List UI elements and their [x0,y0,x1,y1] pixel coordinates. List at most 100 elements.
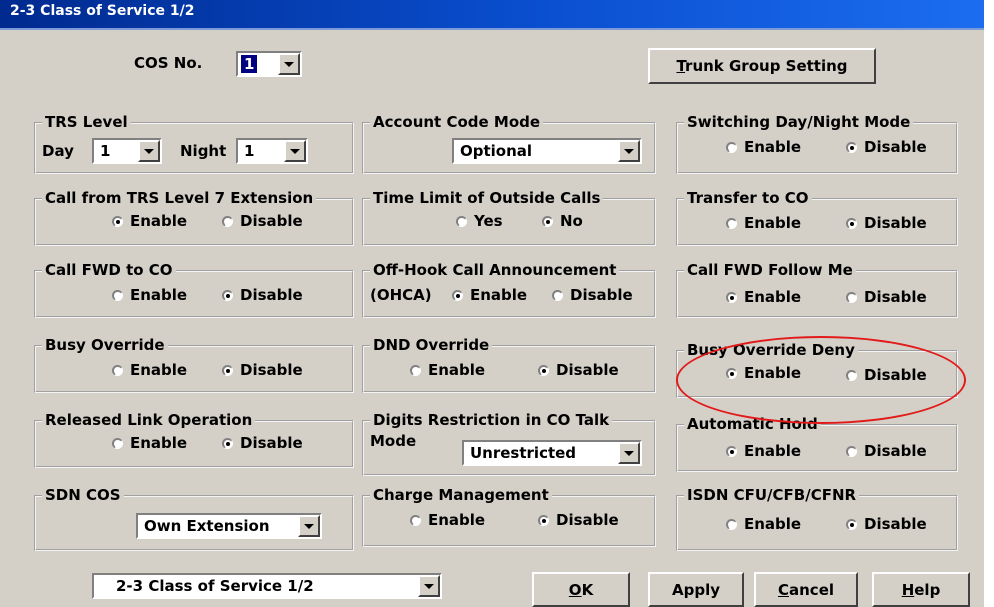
transfer-co-disable-radio[interactable]: Disable [846,214,927,232]
chevron-down-icon[interactable] [418,575,440,597]
switching-enable-radio[interactable]: Enable [726,138,801,156]
call-fwd-co-disable-radio[interactable]: Disable [222,286,303,304]
cancel-mnemonic: C [777,580,789,599]
group-title-sdn-cos: SDN COS [42,485,124,505]
automatic-hold-enable-radio[interactable]: Enable [726,442,801,460]
released-link-disable-radio[interactable]: Disable [222,434,303,452]
radio-label: Enable [744,515,802,533]
busy-override-deny-enable-radio[interactable]: Enable [726,364,801,382]
radio-label: Disable [240,212,303,230]
radio-label: Disable [864,138,927,156]
time-limit-no-radio[interactable]: No [542,212,583,230]
charge-management-disable-radio[interactable]: Disable [538,511,619,529]
time-limit-yes-radio[interactable]: Yes [456,212,503,230]
group-title-dnd-override: DND Override [370,335,493,355]
group-call-fwd-follow-me: Call FWD Follow Me Enable Disable [676,260,958,318]
page-select[interactable]: 2-3 Class of Service 1/2 [92,573,442,599]
dnd-override-disable-radio[interactable]: Disable [538,361,619,379]
call-fwd-follow-enable-radio[interactable]: Enable [726,288,801,306]
radio-dot-icon [222,289,233,301]
night-trs-value: 1 [244,142,255,160]
radio-dot-icon [846,369,857,381]
group-title-time-limit: Time Limit of Outside Calls [370,188,604,208]
released-link-enable-radio[interactable]: Enable [112,434,187,452]
radio-dot-icon [112,289,123,301]
radio-dot-icon [846,217,857,229]
dialog-window: 2-3 Class of Service 1/2 COS No. 1 Trunk… [0,0,984,607]
account-code-mode-select[interactable]: Optional [452,138,642,164]
radio-label: Enable [130,212,188,230]
group-title-charge-management: Charge Management [370,485,552,505]
radio-label: Enable [428,361,486,379]
radio-label: Disable [240,361,303,379]
help-button[interactable]: Help [872,572,970,607]
group-title-call-fwd-co: Call FWD to CO [42,260,176,280]
apply-label: Apply [671,580,720,599]
group-ohca: Off-Hook Call Announcement (OHCA) Enable… [362,260,656,318]
group-title-ohca: Off-Hook Call Announcement [370,260,620,280]
chevron-down-icon[interactable] [278,53,300,75]
call-fwd-co-enable-radio[interactable]: Enable [112,286,187,304]
apply-button[interactable]: Apply [648,572,744,607]
day-trs-select[interactable]: 1 [92,138,162,164]
radio-dot-icon [112,215,123,227]
night-label: Night [180,142,227,160]
group-title-trs-level: TRS Level [42,112,131,132]
digits-restriction-value: Unrestricted [470,444,577,462]
group-digits-restriction: Digits Restriction in CO Talk Mode Unres… [362,410,656,476]
group-title-transfer-co: Transfer to CO [684,188,812,208]
day-trs-value: 1 [100,142,111,160]
chevron-down-icon[interactable] [298,515,320,537]
radio-dot-icon [222,364,233,376]
digits-restriction-mode-select[interactable]: Unrestricted [462,440,642,466]
radio-dot-icon [112,364,123,376]
radio-label: Enable [130,361,188,379]
ohca-disable-radio[interactable]: Disable [552,286,633,304]
automatic-hold-disable-radio[interactable]: Disable [846,442,927,460]
radio-label: Enable [744,288,802,306]
sdn-cos-select[interactable]: Own Extension [136,513,322,539]
chevron-down-icon[interactable] [284,140,306,162]
call-fwd-follow-disable-radio[interactable]: Disable [846,288,927,306]
page-select-value: 2-3 Class of Service 1/2 [116,577,314,595]
chevron-down-icon[interactable] [618,140,640,162]
radio-dot-icon [222,437,233,449]
radio-label: Enable [744,138,802,156]
radio-dot-icon [846,291,857,303]
title-bar: 2-3 Class of Service 1/2 [0,0,984,30]
isdn-cfu-enable-radio[interactable]: Enable [726,515,801,533]
call-from-trs7-enable-radio[interactable]: Enable [112,212,187,230]
switching-disable-radio[interactable]: Disable [846,138,927,156]
call-from-trs7-disable-radio[interactable]: Disable [222,212,303,230]
radio-dot-icon [726,141,737,153]
chevron-down-icon[interactable] [618,442,640,464]
ohca-enable-radio[interactable]: Enable [452,286,527,304]
busy-override-enable-radio[interactable]: Enable [112,361,187,379]
radio-dot-icon [538,514,549,526]
busy-override-disable-radio[interactable]: Disable [222,361,303,379]
radio-dot-icon [726,518,737,530]
charge-management-enable-radio[interactable]: Enable [410,511,485,529]
group-transfer-to-co: Transfer to CO Enable Disable [676,188,958,246]
dnd-override-enable-radio[interactable]: Enable [410,361,485,379]
radio-label: Disable [864,442,927,460]
radio-label: Enable [428,511,486,529]
trunk-group-setting-button[interactable]: Trunk Group Setting [648,48,876,84]
ok-button[interactable]: OK [532,572,630,607]
radio-label: Disable [240,286,303,304]
isdn-cfu-disable-radio[interactable]: Disable [846,515,927,533]
mode-label: Mode [370,432,417,450]
busy-override-deny-disable-radio[interactable]: Disable [846,366,927,384]
trunk-button-mnemonic: T [676,57,686,75]
cos-number-select[interactable]: 1 [236,51,302,77]
transfer-co-enable-radio[interactable]: Enable [726,214,801,232]
night-trs-select[interactable]: 1 [236,138,308,164]
cancel-button[interactable]: Cancel [754,572,858,607]
group-switching-day-night: Switching Day/Night Mode Enable Disable [676,112,958,174]
radio-label: No [560,212,583,230]
radio-dot-icon [726,445,737,457]
chevron-down-icon[interactable] [138,140,160,162]
group-title-switching: Switching Day/Night Mode [684,112,914,132]
group-trs-level: TRS Level Day 1 Night 1 [34,112,354,174]
radio-dot-icon [452,289,463,301]
